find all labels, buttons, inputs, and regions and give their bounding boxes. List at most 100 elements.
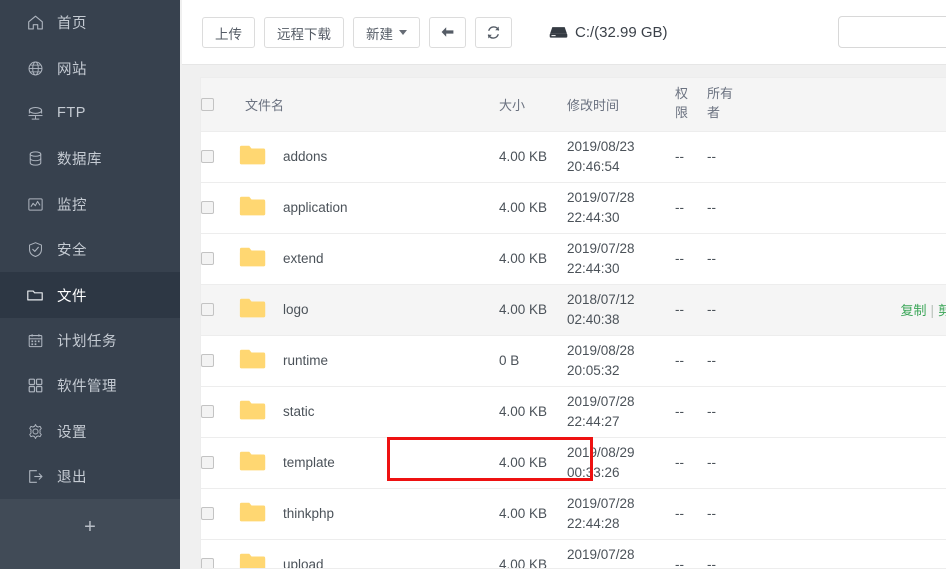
sidebar-item-2[interactable]: FTP [0,91,180,136]
upload-button[interactable]: 上传 [202,17,255,48]
remote-download-button[interactable]: 远程下载 [264,17,344,48]
row-checkbox[interactable] [201,150,214,163]
sidebar-item-7[interactable]: 计划任务 [0,318,180,363]
file-mtime-time: 22:44:28 [567,514,675,534]
table-row[interactable]: upload4.00 KB2019/07/2822:44:28---- [201,539,946,569]
file-mtime-time: 20:05:32 [567,361,675,381]
column-header-size[interactable]: 大小 [499,78,567,131]
row-select-cell [201,131,239,182]
file-mtime-date: 2019/08/23 [567,137,675,157]
file-size-cell: 4.00 KB [499,233,567,284]
search-input[interactable] [838,16,946,48]
sidebar-item-1[interactable]: 网站 [0,45,180,90]
column-header-name[interactable]: 文件名 [239,78,499,131]
row-checkbox[interactable] [201,558,214,569]
cut-action-link[interactable]: 剪切 [938,303,946,318]
file-size-cell: 4.00 KB [499,488,567,539]
column-header-permission-line1: 权 [675,85,707,104]
folder-icon [239,552,267,569]
table-row[interactable]: addons4.00 KB2019/08/2320:46:54---- [201,131,946,182]
file-mtime-cell: 2019/07/2822:44:27 [567,386,675,437]
sidebar-item-4[interactable]: 监控 [0,182,180,227]
sidebar-item-3[interactable]: 数据库 [0,136,180,181]
file-mtime-cell: 2019/07/2822:44:28 [567,488,675,539]
file-name-link[interactable]: extend [283,251,324,266]
table-row[interactable]: logo4.00 KB2018/07/1202:40:38----复制|剪切 [201,284,946,335]
row-checkbox[interactable] [201,507,214,520]
file-mtime-cell: 2019/07/2822:44:28 [567,539,675,569]
file-actions-cell [743,437,946,488]
file-table-body: addons4.00 KB2019/08/2320:46:54----appli… [201,131,946,569]
table-row[interactable]: thinkphp4.00 KB2019/07/2822:44:28---- [201,488,946,539]
file-manager-page: 首页网站FTP 数据库监控安全文件计划任务软件管理设置退出 + 上传 远程下载 新… [0,0,946,569]
folder-icon [239,246,267,271]
sidebar-item-label: 计划任务 [57,330,117,351]
row-select-cell [201,386,239,437]
sidebar-item-6[interactable]: 文件 [0,272,180,317]
file-owner-cell: -- [707,386,743,437]
file-permission-cell: -- [675,488,707,539]
row-checkbox[interactable] [201,303,214,316]
refresh-button[interactable] [475,17,512,48]
column-header-permission[interactable]: 权 限 [675,78,707,131]
shield-icon [26,241,44,259]
file-name-link[interactable]: runtime [283,353,328,368]
folder-icon [239,144,267,169]
file-size-cell: 4.00 KB [499,131,567,182]
file-owner-cell: -- [707,182,743,233]
file-name-link[interactable]: template [283,455,335,470]
table-header-row: 文件名 大小 修改时间 权 限 [201,78,946,131]
remote-download-button-label: 远程下载 [277,23,331,43]
sidebar-add-button[interactable]: + [0,499,180,569]
file-size-cell: 4.00 KB [499,182,567,233]
file-name-link[interactable]: logo [283,302,309,317]
file-name-link[interactable]: upload [283,557,324,569]
table-row[interactable]: template4.00 KB2019/08/2900:33:26---- [201,437,946,488]
column-header-owner[interactable]: 所有 者 [707,78,743,131]
globe-icon [26,59,44,77]
row-checkbox[interactable] [201,405,214,418]
back-button[interactable] [429,17,466,48]
new-button[interactable]: 新建 [353,17,420,48]
file-name-cell: upload [239,539,499,569]
table-row[interactable]: runtime0 B2019/08/2820:05:32---- [201,335,946,386]
sidebar-item-9[interactable]: 设置 [0,409,180,454]
sidebar-item-8[interactable]: 软件管理 [0,363,180,408]
row-checkbox[interactable] [201,354,214,367]
file-name-link[interactable]: addons [283,149,327,164]
table-row[interactable]: extend4.00 KB2019/07/2822:44:30---- [201,233,946,284]
file-mtime-date: 2019/07/28 [567,188,675,208]
sidebar-item-label: 软件管理 [57,375,117,396]
sidebar-item-10[interactable]: 退出 [0,454,180,499]
file-mtime-cell: 2019/08/2820:05:32 [567,335,675,386]
file-actions-cell [743,335,946,386]
row-select-cell [201,182,239,233]
column-header-mtime[interactable]: 修改时间 [567,78,675,131]
file-name-cell: template [239,437,499,488]
file-name-cell: thinkphp [239,488,499,539]
table-row[interactable]: static4.00 KB2019/07/2822:44:27---- [201,386,946,437]
copy-action-link[interactable]: 复制 [900,303,926,318]
file-mtime-time: 00:33:26 [567,463,675,483]
file-name-link[interactable]: thinkphp [283,506,334,521]
sidebar-item-0[interactable]: 首页 [0,0,180,45]
select-all-checkbox[interactable] [201,98,214,111]
row-checkbox[interactable] [201,201,214,214]
sidebar-item-5[interactable]: 安全 [0,227,180,272]
row-checkbox[interactable] [201,252,214,265]
file-name-link[interactable]: application [283,200,348,215]
arrow-left-icon [440,26,455,39]
action-separator: | [930,303,934,318]
column-header-mtime-label: 修改时间 [567,98,619,113]
file-name-link[interactable]: static [283,404,315,419]
file-permission-cell: -- [675,539,707,569]
row-select-cell [201,335,239,386]
table-row[interactable]: application4.00 KB2019/07/2822:44:30---- [201,182,946,233]
row-checkbox[interactable] [201,456,214,469]
folder-icon [239,399,267,424]
sidebar-item-label: 退出 [57,466,87,487]
row-select-cell [201,437,239,488]
file-size-cell: 4.00 KB [499,284,567,335]
sidebar-item-label: 数据库 [57,148,102,169]
select-all-header [201,78,239,131]
